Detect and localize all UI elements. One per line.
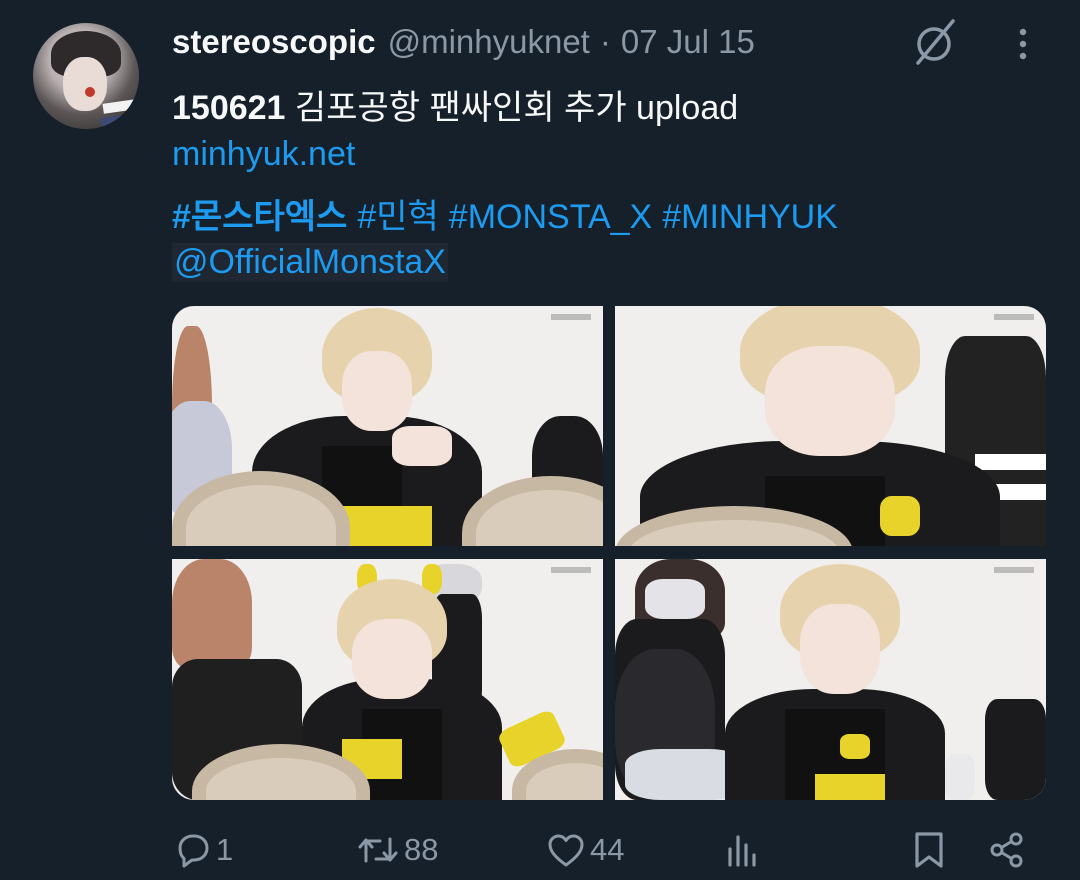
- photo-2[interactable]: [615, 306, 1046, 546]
- like-icon: [546, 831, 586, 869]
- no-sign-icon[interactable]: [910, 17, 960, 67]
- views-button[interactable]: [724, 826, 758, 874]
- like-count: 44: [590, 832, 625, 867]
- tweet-link[interactable]: minhyuk.net: [172, 135, 355, 174]
- reply-icon: [174, 831, 212, 869]
- author-handle[interactable]: @minhyuknet: [388, 23, 590, 61]
- retweet-count: 88: [404, 832, 439, 867]
- tweet-text: 150621 김포공항 팬싸인회 추가 upload: [172, 80, 738, 129]
- bookmark-icon: [911, 830, 947, 870]
- tweet-date[interactable]: 07 Jul 15: [621, 23, 755, 61]
- photo-3[interactable]: [172, 559, 603, 800]
- share-icon: [987, 830, 1027, 870]
- hashtag-minhyuk[interactable]: #MINHYUK: [662, 198, 838, 236]
- media-grid: [172, 306, 1046, 800]
- photo-4[interactable]: [615, 559, 1046, 800]
- author-name[interactable]: stereoscopic: [172, 23, 376, 61]
- like-button[interactable]: 44: [546, 826, 624, 874]
- hashtag-monstax-korean[interactable]: #몬스타엑스: [172, 198, 347, 236]
- hashtag-line: #몬스타엑스 #민혁 #MONSTA_X #MINHYUK: [172, 189, 848, 238]
- mention-link[interactable]: @OfficialMonstaX: [172, 243, 448, 282]
- tweet-header: stereoscopic @minhyuknet · 07 Jul 15: [172, 20, 755, 64]
- views-icon: [724, 831, 758, 869]
- action-bar: 1 88 44: [0, 826, 1080, 876]
- bookmark-button[interactable]: [911, 826, 947, 874]
- retweet-button[interactable]: 88: [356, 826, 438, 874]
- separator: ·: [599, 23, 611, 60]
- tweet-date-text: 150621: [172, 89, 286, 127]
- more-icon[interactable]: [1008, 24, 1038, 64]
- reply-count: 1: [216, 832, 234, 867]
- retweet-icon: [356, 831, 400, 869]
- avatar[interactable]: [33, 23, 139, 129]
- tweet-text-rest: 김포공항 팬싸인회 추가 upload: [285, 89, 739, 127]
- hashtag-minhyuk-korean[interactable]: #민혁: [357, 198, 438, 236]
- reply-button[interactable]: 1: [174, 826, 233, 874]
- hashtag-monsta-x[interactable]: #MONSTA_X: [449, 198, 652, 236]
- photo-1[interactable]: [172, 306, 603, 546]
- share-button[interactable]: [987, 826, 1027, 874]
